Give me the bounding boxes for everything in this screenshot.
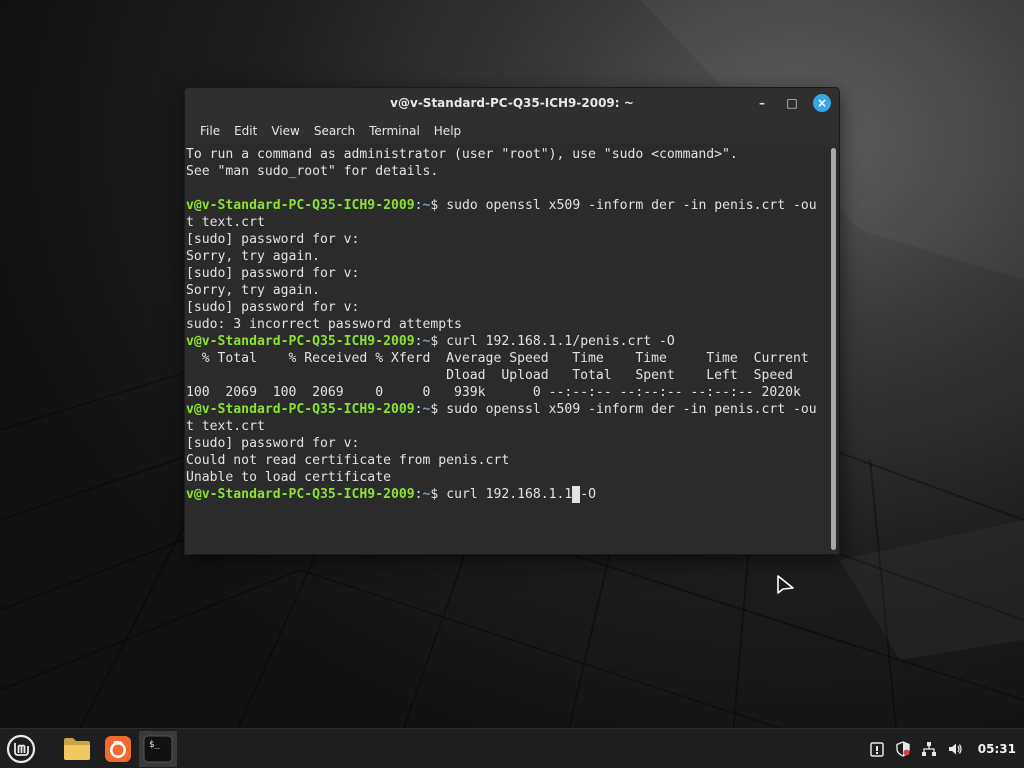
prompt-symbol: $ (430, 487, 447, 502)
command-text: sudo openssl x509 -inform der -in penis.… (446, 198, 817, 213)
menubar: File Edit View Search Terminal Help (185, 117, 839, 144)
menu-edit[interactable]: Edit (227, 121, 264, 141)
terminal-line: v@v-Standard-PC-Q35-ICH9-2009:~$ sudo op… (186, 401, 827, 418)
terminal-line-text: % Total % Received % Xferd Average Speed… (186, 351, 809, 366)
prompt-separator: : (414, 487, 423, 502)
terminal-line-text: t text.crt (186, 215, 265, 230)
terminal-line-text: Could not read certificate from penis.cr… (186, 453, 510, 468)
files-folder-icon (64, 738, 90, 760)
menu-terminal[interactable]: Terminal (362, 121, 427, 141)
terminal-line-text: Sorry, try again. (186, 249, 321, 264)
volume-icon[interactable] (946, 740, 964, 758)
close-button[interactable]: × (813, 94, 831, 112)
network-icon[interactable] (920, 740, 938, 758)
terminal-line-text: See "man sudo_root" for details. (186, 164, 439, 179)
terminal-line: v@v-Standard-PC-Q35-ICH9-2009:~$ sudo op… (186, 197, 827, 214)
terminal-line: t text.crt (186, 214, 827, 231)
terminal-line: 100 2069 100 2069 0 0 939k 0 --:--:-- --… (186, 384, 827, 401)
prompt-separator: : (414, 334, 423, 349)
terminal-line: Could not read certificate from penis.cr… (186, 452, 827, 469)
terminal-line: See "man sudo_root" for details. (186, 163, 827, 180)
terminal-line: Dload Upload Total Spent Left Speed (186, 367, 827, 384)
menu-view[interactable]: View (264, 121, 306, 141)
terminal-line-text: [sudo] password for v: (186, 300, 360, 315)
command-text: sudo openssl x509 -inform der -in penis.… (446, 402, 817, 417)
prompt-separator: : (414, 402, 423, 417)
terminal-line: [sudo] password for v: (186, 435, 827, 452)
prompt-separator: : (414, 198, 423, 213)
prompt-user: v@v-Standard-PC-Q35-ICH9-2009 (186, 334, 415, 349)
firefox-icon (105, 736, 131, 762)
menu-search[interactable]: Search (307, 121, 362, 141)
terminal-line-text: Sorry, try again. (186, 283, 321, 298)
clock[interactable]: 05:31 (978, 742, 1016, 756)
terminal-window[interactable]: v@v-Standard-PC-Q35-ICH9-2009: ~ – □ × F… (184, 87, 840, 555)
terminal-line: [sudo] password for v: (186, 231, 827, 248)
taskbar: $_ 05:31 (0, 728, 1024, 768)
terminal-line-text: [sudo] password for v: (186, 232, 360, 247)
terminal-icon-text: $_ (149, 740, 160, 750)
command-input-before-cursor[interactable]: curl 192.168.1.1 (446, 487, 572, 502)
prompt-symbol: $ (430, 402, 447, 417)
prompt-symbol: $ (430, 198, 447, 213)
terminal-icon: $_ (143, 735, 173, 763)
terminal-line: t text.crt (186, 418, 827, 435)
prompt-user: v@v-Standard-PC-Q35-ICH9-2009 (186, 198, 415, 213)
mouse-pointer-icon (777, 575, 794, 594)
terminal-line: % Total % Received % Xferd Average Speed… (186, 350, 827, 367)
terminal-line-text: t text.crt (186, 419, 265, 434)
terminal-line-text: [sudo] password for v: (186, 436, 360, 451)
start-menu-button[interactable] (2, 731, 40, 767)
window-titlebar[interactable]: v@v-Standard-PC-Q35-ICH9-2009: ~ – □ × (185, 88, 839, 117)
system-tray: 05:31 (868, 729, 1016, 768)
terminal-line: [sudo] password for v: (186, 299, 827, 316)
window-controls: – □ × (751, 92, 831, 114)
prompt-user: v@v-Standard-PC-Q35-ICH9-2009 (186, 487, 415, 502)
command-text: curl 192.168.1.1/penis.crt -O (446, 334, 675, 349)
terminal-line-text: [sudo] password for v: (186, 266, 360, 281)
command-input-after-cursor[interactable]: -O (580, 487, 596, 502)
terminal-line: [sudo] password for v: (186, 265, 827, 282)
terminal-line: Sorry, try again. (186, 248, 827, 265)
prompt-user: v@v-Standard-PC-Q35-ICH9-2009 (186, 402, 415, 417)
scrollbar[interactable] (827, 144, 839, 554)
terminal-output[interactable]: To run a command as administrator (user … (185, 144, 827, 554)
taskbar-terminal-button[interactable]: $_ (139, 731, 177, 767)
minimize-button[interactable]: – (751, 92, 773, 114)
taskbar-files-button[interactable] (58, 731, 96, 767)
terminal-line: Sorry, try again. (186, 282, 827, 299)
prompt-symbol: $ (430, 334, 447, 349)
window-title: v@v-Standard-PC-Q35-ICH9-2009: ~ (390, 95, 634, 110)
menu-file[interactable]: File (193, 121, 227, 141)
terminal-line: Unable to load certificate (186, 469, 827, 486)
terminal-line-text: Unable to load certificate (186, 470, 391, 485)
desktop: v@v-Standard-PC-Q35-ICH9-2009: ~ – □ × F… (0, 0, 1024, 768)
maximize-button[interactable]: □ (781, 92, 803, 114)
terminal-line-text: To run a command as administrator (user … (186, 147, 738, 162)
terminal-line: sudo: 3 incorrect password attempts (186, 316, 827, 333)
shield-icon[interactable] (894, 740, 912, 758)
linux-mint-icon (6, 734, 36, 764)
update-manager-icon[interactable] (868, 740, 886, 758)
menu-help[interactable]: Help (427, 121, 468, 141)
terminal-line-text: 100 2069 100 2069 0 0 939k 0 --:--:-- --… (186, 385, 801, 400)
terminal-line: v@v-Standard-PC-Q35-ICH9-2009:~$ curl 19… (186, 486, 827, 503)
taskbar-firefox-button[interactable] (99, 731, 137, 767)
terminal-line-text: Dload Upload Total Spent Left Speed (186, 368, 793, 383)
terminal-line: To run a command as administrator (user … (186, 146, 827, 163)
scrollbar-thumb[interactable] (831, 148, 836, 550)
terminal-line: v@v-Standard-PC-Q35-ICH9-2009:~$ curl 19… (186, 333, 827, 350)
terminal-line-text: sudo: 3 incorrect password attempts (186, 317, 462, 332)
